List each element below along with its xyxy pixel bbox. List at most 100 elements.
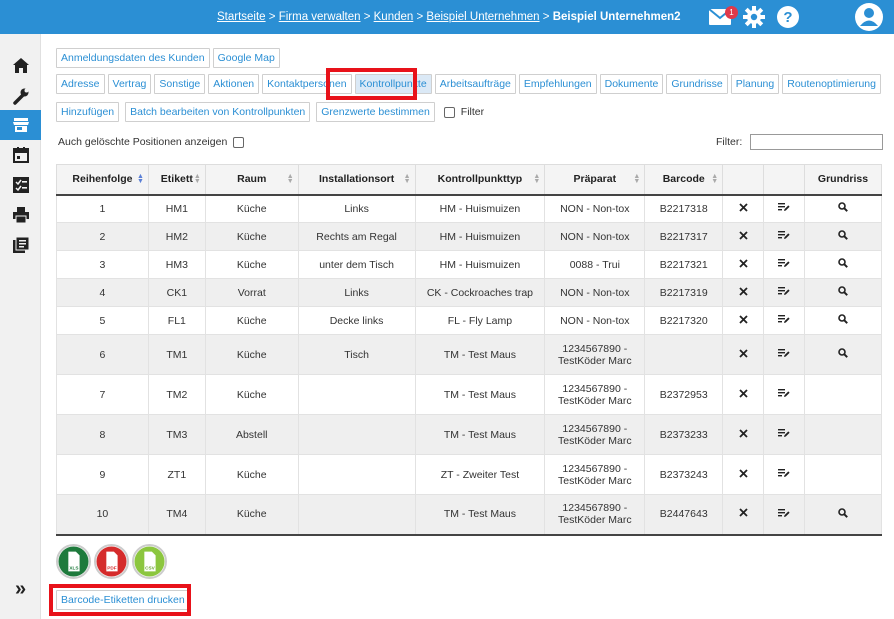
- tab-kontaktpersonen[interactable]: Kontaktpersonen: [262, 74, 352, 94]
- table-row[interactable]: 4 CK1 Vorrat Links CK - Cockroaches trap NON …: [56, 278, 882, 307]
- user-avatar-icon[interactable]: [854, 2, 884, 32]
- filter-input[interactable]: [750, 134, 884, 150]
- edit-icon[interactable]: [778, 428, 790, 441]
- tab-aktionen[interactable]: Aktionen: [208, 74, 260, 94]
- column-header-praeparat[interactable]: Präparat ▲ ▼: [544, 164, 646, 196]
- column-header-etikett[interactable]: Etikett ▲ ▼: [147, 164, 206, 196]
- customer-button-row: Anmeldungsdaten des Kunden Google Map: [56, 48, 280, 68]
- cell-type: HM - Huismuizen: [414, 222, 546, 251]
- column-header-reihenfolge[interactable]: Reihenfolge ▲ ▼: [56, 164, 149, 196]
- delete-icon[interactable]: [739, 314, 748, 327]
- svg-text:CSV: CSV: [145, 565, 156, 570]
- table-row[interactable]: 3 HM3 Küche unter dem Tisch HM - Huismuizen 0…: [56, 250, 882, 279]
- edit-icon[interactable]: [778, 286, 790, 299]
- delete-icon[interactable]: [739, 388, 748, 401]
- delete-icon[interactable]: [739, 230, 748, 243]
- search-icon[interactable]: [838, 258, 848, 271]
- filter-checkbox[interactable]: [443, 106, 455, 118]
- table-row[interactable]: 1 HM1 Küche Links HM - Huismuizen NON - Non-t…: [56, 194, 882, 223]
- search-icon[interactable]: [838, 202, 848, 215]
- sidebar-item-print[interactable]: [0, 200, 41, 230]
- set-limits-button[interactable]: Grenzwerte bestimmen: [316, 102, 435, 122]
- column-header-delete: [722, 164, 765, 196]
- delete-icon[interactable]: [739, 258, 748, 271]
- gear-icon[interactable]: [742, 5, 766, 29]
- sidebar-item-home[interactable]: [0, 51, 41, 81]
- delete-icon[interactable]: [739, 428, 748, 441]
- sidebar-item-customers[interactable]: [0, 110, 41, 140]
- tab-empfehlungen[interactable]: Empfehlungen: [518, 74, 597, 94]
- delete-icon[interactable]: [739, 348, 748, 361]
- sidebar-item-library[interactable]: [0, 230, 41, 260]
- search-icon[interactable]: [838, 286, 848, 299]
- edit-icon[interactable]: [778, 348, 790, 361]
- edit-icon[interactable]: [778, 468, 790, 481]
- cell-order: 7: [56, 374, 149, 415]
- table-row[interactable]: 9 ZT1 Küche ZT - Zweiter Test 1234567890 - T…: [56, 454, 882, 495]
- control-points-table: Reihenfolge ▲ ▼ Etikett ▲ ▼ Raum ▲ ▼ Installat…: [56, 164, 882, 536]
- delete-icon[interactable]: [739, 468, 748, 481]
- show-deleted-toggle[interactable]: Auch gelöschte Positionen anzeigen: [58, 136, 245, 148]
- sidebar-item-tools[interactable]: [0, 81, 41, 111]
- batch-edit-button[interactable]: Batch bearbeiten von Kontrollpunkten: [125, 102, 311, 122]
- column-header-raum[interactable]: Raum ▲ ▼: [204, 164, 299, 196]
- breadcrumb-startseite[interactable]: Startseite: [217, 11, 266, 23]
- search-icon[interactable]: [838, 314, 848, 327]
- tab-kontrollpunkte[interactable]: Kontrollpunkte: [354, 74, 432, 94]
- table-row[interactable]: 7 TM2 Küche TM - Test Maus 1234567890 - Test…: [56, 374, 882, 415]
- export-csv-button[interactable]: CSV: [132, 544, 167, 579]
- cell-room: Küche: [204, 306, 299, 335]
- edit-icon[interactable]: [778, 314, 790, 327]
- customer-login-data-button[interactable]: Anmeldungsdaten des Kunden: [56, 48, 210, 68]
- breadcrumb-beispiel-unternehmen[interactable]: Beispiel Unternehmen: [426, 11, 539, 23]
- sidebar-item-tasks[interactable]: [0, 170, 41, 200]
- edit-icon[interactable]: [778, 258, 790, 271]
- table-filter: Filter:: [716, 134, 884, 150]
- google-map-button[interactable]: Google Map: [212, 48, 280, 68]
- export-buttons: XLS PDF CSV: [56, 544, 167, 579]
- column-header-barcode[interactable]: Barcode ▲ ▼: [644, 164, 724, 196]
- sidebar-item-calendar[interactable]: [0, 140, 41, 170]
- help-icon[interactable]: ?: [776, 5, 800, 29]
- add-button[interactable]: Hinzufügen: [56, 102, 120, 122]
- sidebar-expand-button[interactable]: »: [0, 578, 41, 601]
- table-row[interactable]: 2 HM2 Küche Rechts am Regal HM - Huismuizen N…: [56, 222, 882, 251]
- cell-preparation: 1234567890 - TestKöder Marc: [544, 374, 646, 415]
- tab-arbeitsauftraege[interactable]: Arbeitsaufträge: [434, 74, 516, 94]
- delete-icon[interactable]: [739, 203, 748, 215]
- edit-icon[interactable]: [778, 508, 790, 521]
- search-icon[interactable]: [838, 230, 848, 243]
- tab-dokumente[interactable]: Dokumente: [599, 74, 664, 94]
- export-xls-button[interactable]: XLS: [56, 544, 91, 579]
- table-row[interactable]: 5 FL1 Küche Decke links FL - Fly Lamp NON - N…: [56, 306, 882, 335]
- edit-icon[interactable]: [778, 388, 790, 401]
- tab-planung[interactable]: Planung: [730, 74, 780, 94]
- tab-sonstige[interactable]: Sonstige: [154, 74, 206, 94]
- table-row[interactable]: 6 TM1 Küche Tisch TM - Test Maus 1234567890 -…: [56, 334, 882, 375]
- tab-routenoptimierung[interactable]: Routenoptimierung: [782, 74, 881, 94]
- delete-icon[interactable]: [739, 508, 748, 520]
- print-barcode-labels-button[interactable]: Barcode-Etiketten drucken: [56, 590, 190, 610]
- breadcrumb-kunden[interactable]: Kunden: [374, 11, 414, 23]
- filter-toggle[interactable]: Filter: [443, 102, 484, 122]
- column-header-edit: [763, 164, 806, 196]
- tab-adresse[interactable]: Adresse: [56, 74, 105, 94]
- german-flag-icon[interactable]: [810, 8, 838, 26]
- column-header-installationsort[interactable]: Installationsort ▲ ▼: [297, 164, 416, 196]
- edit-icon[interactable]: [778, 202, 790, 215]
- table-row[interactable]: 8 TM3 Abstell TM - Test Maus 1234567890 - Te…: [56, 414, 882, 455]
- edit-icon[interactable]: [778, 230, 790, 243]
- breadcrumb-firma-verwalten[interactable]: Firma verwalten: [279, 11, 361, 23]
- delete-icon[interactable]: [739, 286, 748, 299]
- show-deleted-checkbox[interactable]: [233, 136, 245, 148]
- tab-grundrisse[interactable]: Grundrisse: [666, 74, 728, 94]
- breadcrumb-current: Beispiel Unternehmen2: [552, 11, 681, 23]
- sidebar: »: [0, 34, 41, 619]
- table-row[interactable]: 10 TM4 Küche TM - Test Maus 1234567890 - Tes…: [56, 494, 882, 536]
- tab-vertrag[interactable]: Vertrag: [107, 74, 152, 94]
- search-icon[interactable]: [838, 348, 848, 361]
- search-icon[interactable]: [838, 507, 848, 521]
- export-pdf-button[interactable]: PDF: [94, 544, 129, 579]
- mail-icon[interactable]: 1: [708, 6, 738, 26]
- column-header-kontrollpunkttyp[interactable]: Kontrollpunkttyp ▲ ▼: [414, 164, 546, 196]
